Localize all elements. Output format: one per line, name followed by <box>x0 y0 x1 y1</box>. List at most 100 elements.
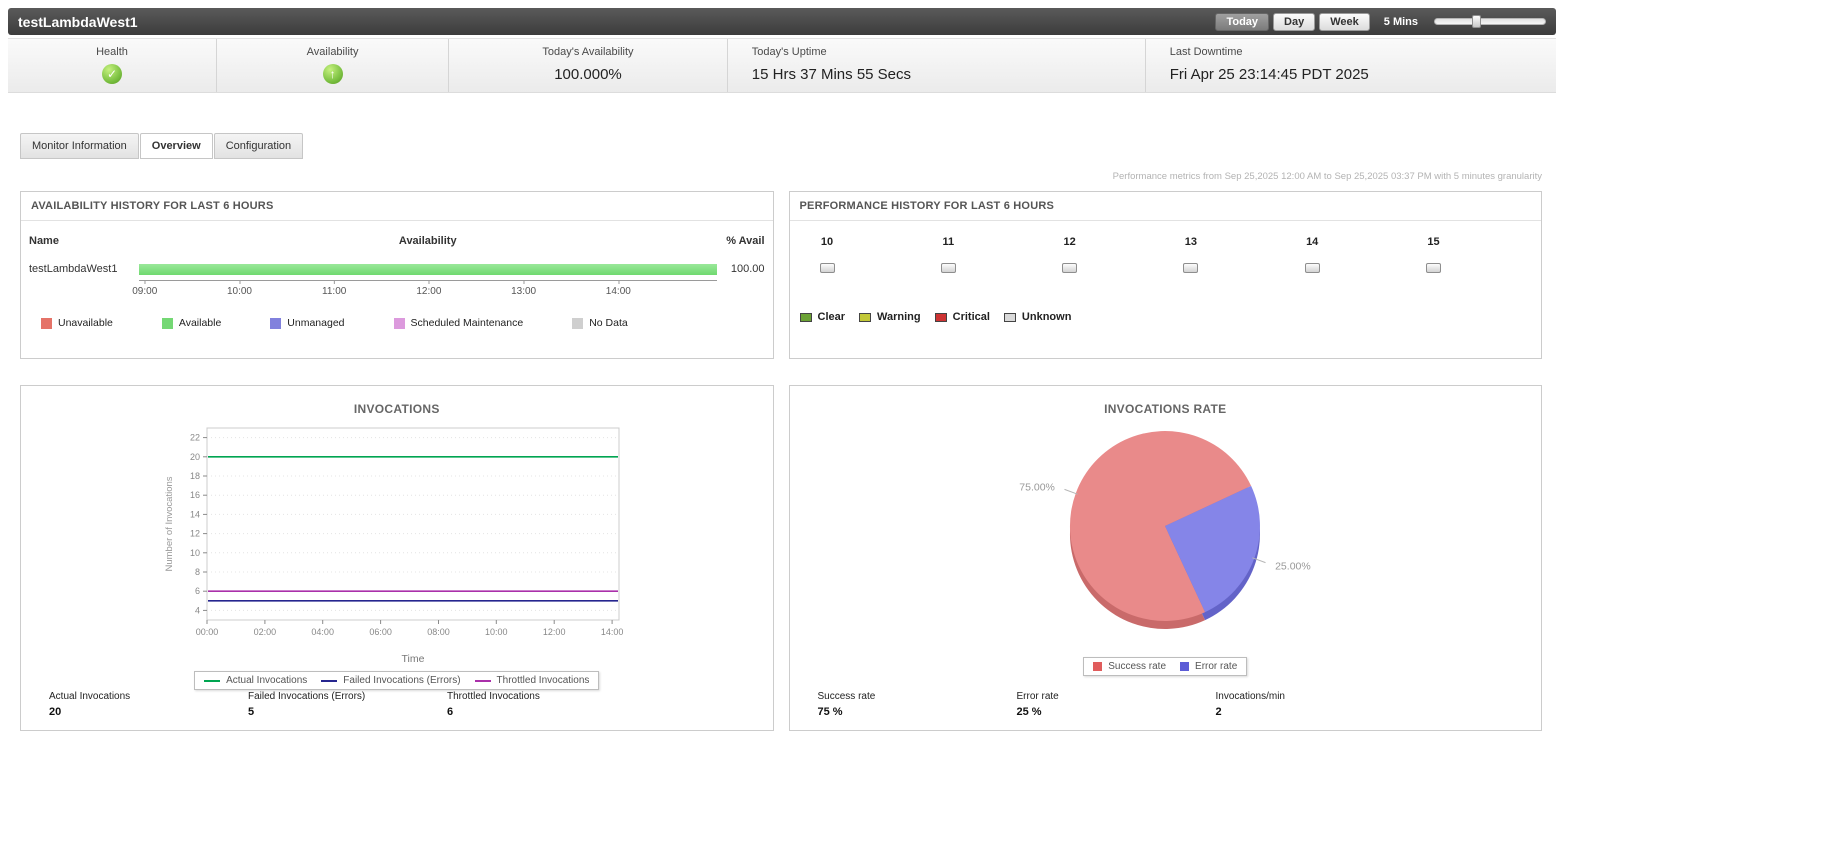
metrics-granularity-note: Performance metrics from Sep 25,2025 12:… <box>1112 171 1542 182</box>
hour-status-icon-13[interactable] <box>1183 263 1199 273</box>
unknown-swatch-icon <box>1003 312 1016 322</box>
hour-status-icon-14[interactable] <box>1304 263 1320 273</box>
legend-label: Success rate <box>1108 661 1167 672</box>
legend-item-unmanaged: Unmanaged <box>270 317 345 329</box>
perf-hour-10: 10 <box>819 236 835 278</box>
hour-status-icon-10[interactable] <box>819 263 835 273</box>
no-data-swatch-icon <box>572 317 584 329</box>
perf-hour-12: 12 <box>1062 236 1078 278</box>
availability-legend: Unavailable Available Unmanaged Scheduled M… <box>41 317 773 329</box>
period-button-day[interactable]: Day <box>1273 12 1316 31</box>
status-value: 100.000% <box>554 66 622 83</box>
status-value: Fri Apr 25 23:14:45 PDT 2025 <box>1169 66 1369 83</box>
topbar: testLambdaWest1 Today Day Week 5 Mins <box>8 8 1556 35</box>
status-value: 15 Hrs 37 Mins 55 Secs <box>751 66 912 83</box>
legend-item-unavailable: Unavailable <box>41 317 113 329</box>
status-cell-last-downtime: Last Downtime Fri Apr 25 23:14:45 PDT 202… <box>1146 39 1556 92</box>
hour-label: 12 <box>1063 236 1076 248</box>
y-tick-label: 20 <box>190 452 200 462</box>
clear-swatch-icon <box>799 312 812 322</box>
column-header-availability: Availability <box>398 235 457 247</box>
invocations-chart-legend: Actual Invocations Failed Invocations (Er… <box>194 671 600 690</box>
status-label: Availability <box>306 46 359 58</box>
stat-throttled-invocations: Throttled Invocations 6 <box>447 691 646 718</box>
invocations-rate-chart-title: INVOCATIONS RATE <box>1104 402 1227 416</box>
availability-table-row: testLambdaWest1 100.00 <box>21 263 773 275</box>
invocations-chart-title: INVOCATIONS <box>353 402 440 416</box>
perf-hour-13: 13 <box>1183 236 1199 278</box>
stat-label: Error rate <box>1016 691 1059 702</box>
tab-overview[interactable]: Overview <box>139 133 213 159</box>
status-cell-today-s-availability: Today's Availability 100.000% <box>449 39 728 92</box>
availability-bar <box>139 263 717 275</box>
error-rate-swatch-icon <box>1180 662 1190 671</box>
unmanaged-swatch-icon <box>270 317 282 329</box>
stat-invocations-min: Invocations/min 2 <box>1216 691 1415 718</box>
y-tick-label: 22 <box>190 433 200 443</box>
status-cell-health: Health ✓ <box>8 39 217 92</box>
legend-item-throttled-invocations: Throttled Invocations <box>474 675 590 686</box>
invocations-panel: INVOCATIONS 4 6 8 10 12 14 16 18 20 22 00:00 02:00 0… <box>20 385 774 731</box>
availability-panel-title: AVAILABILITY HISTORY FOR LAST 6 HOURS <box>21 192 773 221</box>
status-summary-bar: Health ✓ Availability ↑ Today's Availability… <box>8 38 1556 93</box>
hour-label: 13 <box>1184 236 1198 248</box>
legend-label: Error rate <box>1195 661 1238 672</box>
stat-label: Failed Invocations (Errors) <box>248 691 366 702</box>
unavailable-swatch-icon <box>41 317 52 329</box>
legend-item-unknown: Unknown <box>1003 311 1072 323</box>
invocations-rate-panel: INVOCATIONS RATE 75.00% 25.00% Success ra… <box>788 385 1542 731</box>
success-rate-swatch-icon <box>1093 662 1103 671</box>
hour-status-icon-15[interactable] <box>1425 263 1441 273</box>
status-label: Last Downtime <box>1169 46 1243 58</box>
hour-label: 11 <box>942 236 955 248</box>
invocations-stats-row: Actual Invocations 20 Failed Invocations (… <box>21 691 773 730</box>
column-header-name: Name <box>29 235 59 247</box>
pie-slice-label: 75.00% <box>1020 482 1056 494</box>
hour-status-icon-11[interactable] <box>940 263 956 273</box>
critical-swatch-icon <box>934 312 947 322</box>
tab-bar: Monitor Information Overview Configuration <box>20 133 1556 159</box>
perf-hour-11: 11 <box>940 236 956 278</box>
availability-percent-value: 100.00 <box>730 263 765 275</box>
legend-item-success-rate: Success rate <box>1093 661 1166 672</box>
legend-label: Throttled Invocations <box>496 675 590 686</box>
stat-value: 20 <box>49 706 62 718</box>
bottom-panel-row: INVOCATIONS 4 6 8 10 12 14 16 18 20 22 00:00 02:00 0… <box>20 385 1542 731</box>
stat-value: 75 % <box>817 706 843 718</box>
x-tick-label: 02:00 <box>253 627 276 637</box>
stat-error-rate: Error rate 25 % <box>1017 691 1216 718</box>
x-tick-label: 12:00 <box>543 627 566 637</box>
legend-item-available: Available <box>161 317 222 329</box>
availability-bar-track <box>139 263 717 275</box>
x-axis-title: Time <box>401 653 424 665</box>
x-tick-label: 08:00 <box>427 627 450 637</box>
y-tick-label: 4 <box>195 605 200 615</box>
slider-handle-icon[interactable] <box>1472 15 1482 28</box>
invocations-rate-stats-row: Success rate 75 % Error rate 25 % Invocation… <box>790 691 1542 730</box>
monitor-name-link[interactable]: testLambdaWest1 <box>29 263 139 275</box>
failed-invocations-errors-line-icon <box>321 679 338 682</box>
legend-label: Unmanaged <box>287 317 345 329</box>
tab-configuration[interactable]: Configuration <box>213 133 304 159</box>
period-button-week[interactable]: Week <box>1319 12 1370 31</box>
stat-label: Actual Invocations <box>49 691 131 702</box>
stat-value: 6 <box>447 706 454 718</box>
performance-hours-row: 10 11 12 13 14 15 <box>819 236 1442 278</box>
period-button-today[interactable]: Today <box>1215 12 1270 31</box>
availability-axis-tick: 10:00 <box>226 281 252 297</box>
warning-swatch-icon <box>859 312 872 322</box>
actual-invocations-line-icon <box>204 679 221 682</box>
x-tick-label: 04:00 <box>311 627 334 637</box>
performance-legend: Clear Warning Critical Unknown <box>799 311 1542 323</box>
hour-status-icon-12[interactable] <box>1062 263 1078 273</box>
granularity-slider[interactable] <box>1434 15 1546 28</box>
availability-axis-tick: 12:00 <box>416 281 442 297</box>
stat-label: Success rate <box>817 691 876 702</box>
y-tick-label: 10 <box>190 548 200 558</box>
legend-label: Unknown <box>1021 311 1072 323</box>
throttled-invocations-line-icon <box>474 679 491 682</box>
tab-monitor-information[interactable]: Monitor Information <box>20 133 139 159</box>
hour-label: 14 <box>1306 236 1319 248</box>
status-label: Today's Uptime <box>751 46 827 58</box>
legend-label: Available <box>178 317 222 329</box>
